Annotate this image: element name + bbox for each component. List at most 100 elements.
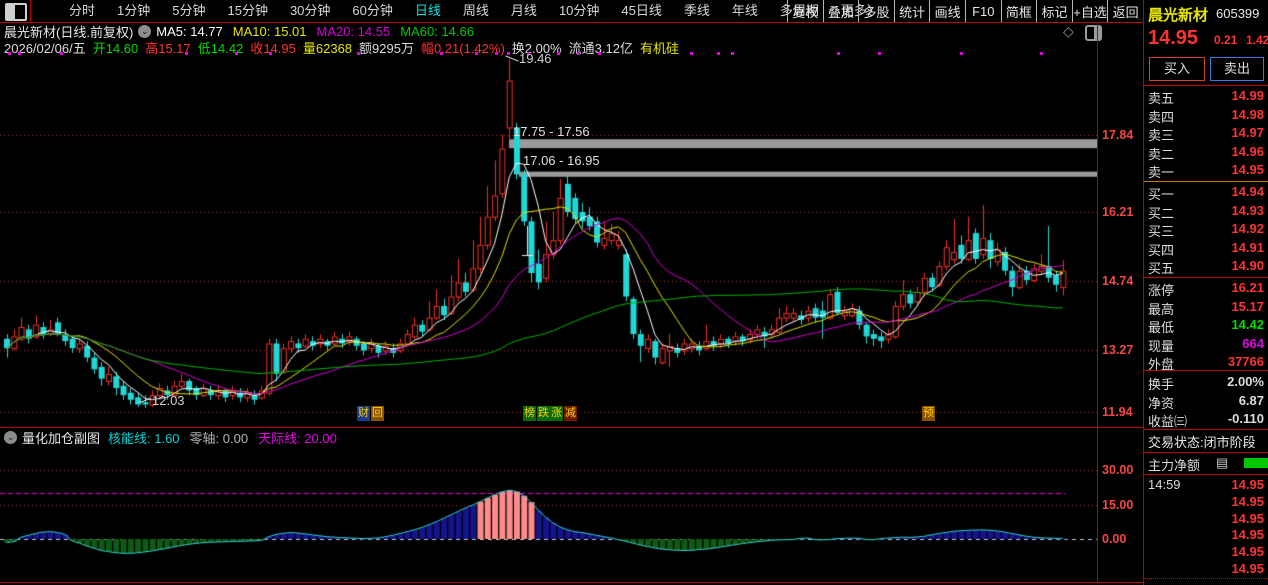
price-axis-label-1: 16.21 (1102, 205, 1142, 219)
tool-menu-2[interactable]: 多股 (858, 0, 894, 22)
bid-row-4[interactable]: 买五14.90 (1144, 258, 1268, 276)
event-marker-2-0[interactable]: 涨 (550, 406, 563, 421)
sub-chart-header: ⌄ 量化加仓副图 核能线: 1.60零轴: 0.00天际线: 20.00 (4, 430, 347, 445)
stock-code: 605399 (1216, 6, 1259, 21)
main-chart-canvas[interactable] (0, 55, 1097, 428)
main-flow-bar (1244, 458, 1268, 468)
tick-time: 14:59 (1148, 477, 1181, 492)
bid-row-3[interactable]: 买四14.91 (1144, 240, 1268, 258)
magenta-dot (235, 52, 238, 55)
sell-button[interactable]: 卖出 (1210, 57, 1264, 81)
bid-row-2[interactable]: 买三14.92 (1144, 221, 1268, 239)
event-marker-0-1[interactable]: 回 (371, 406, 384, 421)
ask-value: 14.98 (1231, 107, 1264, 122)
tick-row-2: 14.95 (1144, 511, 1268, 527)
tick-row-3: 14.95 (1144, 527, 1268, 543)
magenta-dot (357, 52, 360, 55)
ask-value: 14.99 (1231, 88, 1264, 103)
tool-menu-3[interactable]: 统计 (894, 0, 930, 22)
menu-item-7[interactable]: 周线 (452, 0, 500, 22)
split-screen-icon[interactable] (5, 3, 27, 21)
sub-chart-canvas[interactable] (0, 446, 1097, 582)
fin-label: 净资 (1148, 393, 1174, 412)
main-flow-label[interactable]: 主力净额 (1148, 455, 1200, 474)
menu-item-10[interactable]: 45日线 (610, 0, 672, 22)
pane-layout-icon[interactable] (1085, 25, 1102, 41)
list-icon[interactable]: ▤ (1216, 455, 1228, 471)
event-marker-1-1[interactable]: 跌 (537, 406, 550, 421)
magenta-dot (960, 52, 963, 55)
panel-divider (1144, 277, 1268, 278)
info-segment-5: 量62368 (303, 38, 352, 57)
ask-row-1[interactable]: 卖四14.98 (1144, 107, 1268, 125)
menu-item-12[interactable]: 年线 (721, 0, 769, 22)
menu-item-5[interactable]: 60分钟 (341, 0, 403, 22)
menu-item-8[interactable]: 月线 (500, 0, 548, 22)
bid-row-1[interactable]: 买二14.93 (1144, 203, 1268, 221)
menu-item-11[interactable]: 季线 (673, 0, 721, 22)
menu-item-4[interactable]: 30分钟 (279, 0, 341, 22)
tool-menu-9[interactable]: 返回 (1107, 0, 1143, 22)
tool-menu-1[interactable]: 叠加 (823, 0, 859, 22)
stat-label: 涨停 (1148, 280, 1174, 299)
ask-row-4[interactable]: 卖一 14.95 (1144, 162, 1268, 180)
fin-row-0[interactable]: 换手2.00% (1144, 374, 1268, 392)
stat-row-0[interactable]: 涨停16.21 (1144, 280, 1268, 298)
chevron-down-icon[interactable]: ⌄ (138, 25, 151, 38)
magenta-dot (557, 52, 560, 55)
tools-menu: 复权叠加多股统计画线F10简框标记+自选返回 (787, 0, 1143, 22)
bid-label: 买五 (1148, 258, 1174, 277)
tool-menu-5[interactable]: F10 (965, 0, 1001, 22)
price-axis-label-0: 17.84 (1102, 128, 1142, 142)
bid-row-0[interactable]: 买一14.94 (1144, 184, 1268, 202)
menu-item-9[interactable]: 10分钟 (548, 0, 610, 22)
buy-button[interactable]: 买入 (1149, 57, 1205, 81)
stat-row-3[interactable]: 现量664 (1144, 336, 1268, 354)
tool-menu-7[interactable]: 标记 (1036, 0, 1072, 22)
info-segment-0: 2026/02/06/五 (4, 38, 86, 57)
tool-menu-8[interactable]: +自选 (1072, 0, 1108, 22)
sub-param-1: 零轴: 0.00 (190, 428, 249, 447)
quote-panel: 晨光新材 605399 14.95 0.21 1.42% 买入 卖出 卖五14.… (1144, 0, 1268, 585)
menu-divider (30, 0, 31, 22)
tool-menu-4[interactable]: 画线 (929, 0, 965, 22)
ask-label: 卖五 (1148, 88, 1174, 107)
ask-label: 卖一 (1148, 162, 1174, 181)
event-marker-0-0[interactable]: 财 (357, 406, 370, 421)
magenta-dot (731, 52, 734, 55)
info-segment-2: 高15.17 (145, 38, 191, 57)
info-segment-7: 幅0.21(1.42%) (421, 38, 505, 57)
ask-value: 14.97 (1231, 125, 1264, 140)
stat-row-1[interactable]: 最高15.17 (1144, 299, 1268, 317)
panel-divider (1144, 85, 1268, 86)
magenta-dot (1040, 52, 1043, 55)
ask-row-3[interactable]: 卖二14.96 (1144, 144, 1268, 162)
menu-item-6[interactable]: 日线 (404, 0, 452, 22)
fin-row-2[interactable]: 收益㈢-0.110 (1144, 411, 1268, 429)
diamond-icon[interactable]: ◇ (1063, 23, 1074, 40)
event-marker-3-0[interactable]: 预 (922, 406, 935, 421)
sub-param-2: 天际线: 20.00 (258, 428, 337, 447)
ask-row-2[interactable]: 卖三14.97 (1144, 125, 1268, 143)
resistance-label-1: 17.75 - 17.56 (513, 124, 590, 139)
collapse-icon[interactable]: ⌄ (4, 431, 17, 444)
bid-label: 买三 (1148, 221, 1174, 240)
stat-label: 现量 (1148, 336, 1174, 355)
fin-row-1[interactable]: 净资6.87 (1144, 393, 1268, 411)
bid-label: 买四 (1148, 240, 1174, 259)
event-marker-1-0[interactable]: 榜 (523, 406, 536, 421)
menu-item-3[interactable]: 15分钟 (216, 0, 278, 22)
menu-item-2[interactable]: 5分钟 (161, 0, 216, 22)
tick-row-1: 14.95 (1144, 494, 1268, 510)
period-menu: 分时1分钟5分钟15分钟30分钟60分钟日线周线月线10分钟45日线季线年线多周… (58, 0, 891, 22)
event-marker-2-1[interactable]: 减 (564, 406, 577, 421)
ask-value: 14.95 (1231, 162, 1264, 177)
trade-status: 交易状态:闭市阶段 (1148, 432, 1256, 451)
menu-item-1[interactable]: 1分钟 (106, 0, 161, 22)
stock-name[interactable]: 晨光新材 (1148, 4, 1208, 25)
tool-menu-0[interactable]: 复权 (787, 0, 823, 22)
ask-row-0[interactable]: 卖五 14.99 (1144, 88, 1268, 106)
menu-item-0[interactable]: 分时 (58, 0, 106, 22)
stat-row-2[interactable]: 最低14.42 (1144, 317, 1268, 335)
tool-menu-6[interactable]: 简框 (1001, 0, 1037, 22)
